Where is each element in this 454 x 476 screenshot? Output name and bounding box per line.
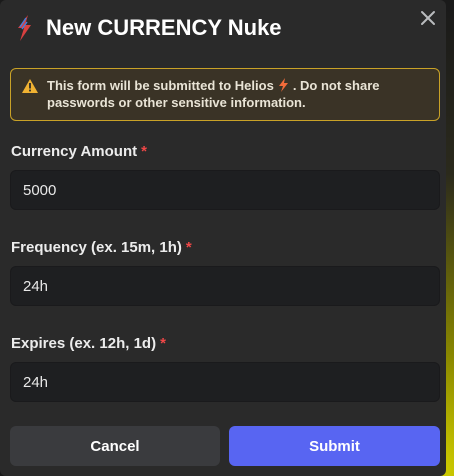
modal-dialog: New CURRENCY Nuke This form will be subm… xyxy=(0,0,446,476)
modal-title: New CURRENCY Nuke xyxy=(46,15,282,40)
warning-app-name: Helios xyxy=(234,78,274,93)
required-asterisk: * xyxy=(185,239,192,256)
close-icon[interactable] xyxy=(418,8,438,28)
warning-triangle-icon xyxy=(22,79,38,93)
currency-amount-label: Currency Amount * xyxy=(11,143,147,160)
expires-label: Expires (ex. 12h, 1d) * xyxy=(11,335,166,352)
expires-input[interactable] xyxy=(10,362,440,402)
lightning-bolt-icon xyxy=(278,78,288,92)
modal-header: New CURRENCY Nuke xyxy=(14,14,282,42)
cancel-button[interactable]: Cancel xyxy=(10,426,220,466)
helios-logo-icon xyxy=(18,15,31,41)
warning-text-before: This form will be submitted to xyxy=(47,78,232,93)
frequency-input[interactable] xyxy=(10,266,440,306)
required-asterisk: * xyxy=(160,335,166,352)
currency-amount-input[interactable] xyxy=(10,170,440,210)
submit-button[interactable]: Submit xyxy=(229,426,440,466)
frequency-label: Frequency (ex. 15m, 1h) * xyxy=(11,239,192,256)
warning-banner: This form will be submitted to Helios . … xyxy=(10,68,440,121)
required-asterisk: * xyxy=(141,143,147,160)
